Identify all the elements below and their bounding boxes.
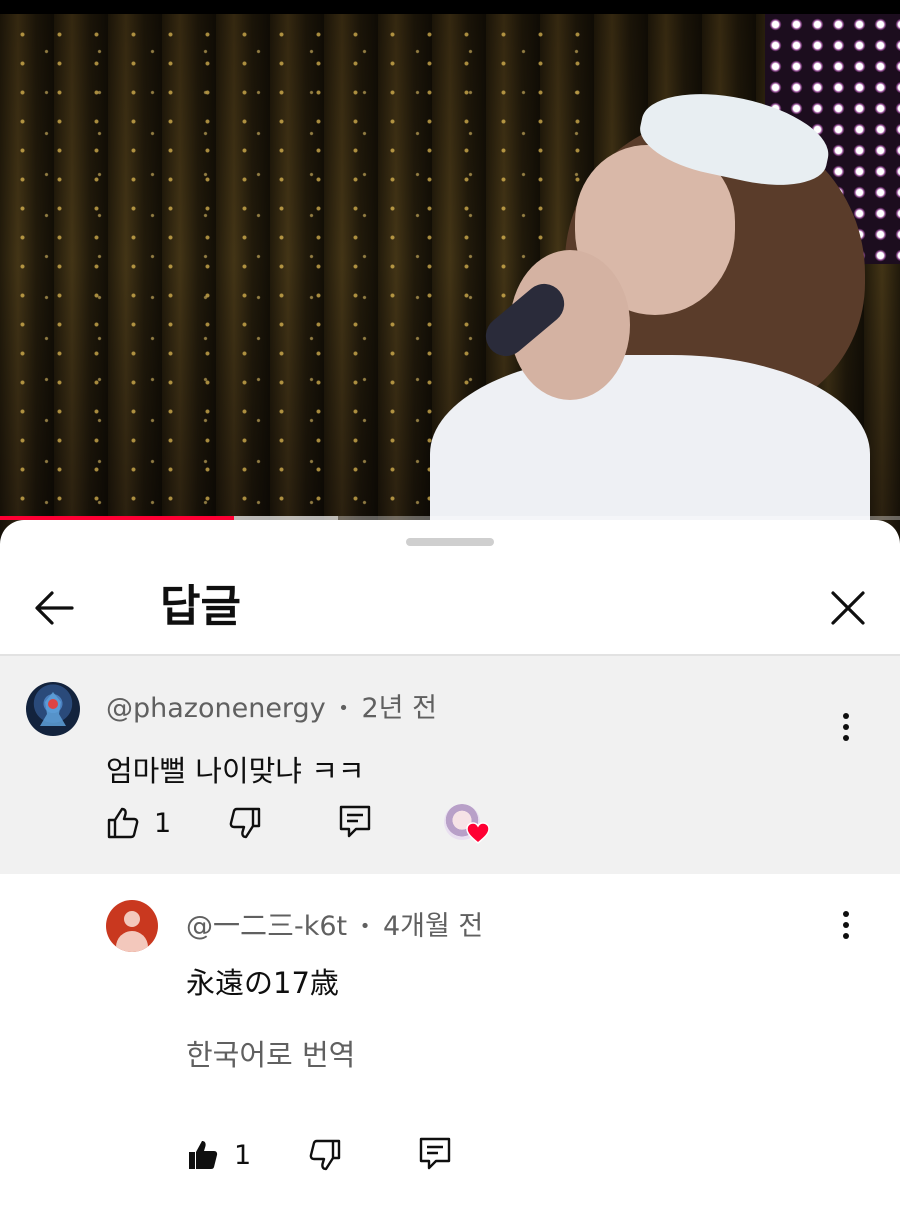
comment-text: 엄마뻘 나이맞냐 ㅋㅋ bbox=[106, 754, 365, 788]
like-count: 1 bbox=[234, 1139, 252, 1171]
more-vertical-icon bbox=[843, 713, 849, 741]
video-player[interactable] bbox=[0, 0, 900, 560]
status-bar bbox=[0, 0, 900, 14]
avatar[interactable] bbox=[106, 900, 158, 952]
reply-meta: @一二三-k6t • 4개월 전 bbox=[186, 904, 483, 943]
default-avatar-head bbox=[124, 911, 140, 927]
comment-icon bbox=[419, 1137, 451, 1170]
reply-text: 永遠の17歳 bbox=[186, 966, 339, 1000]
reply-time: 4개월 전 bbox=[382, 911, 484, 942]
comment-author[interactable]: @phazonenergy bbox=[106, 693, 326, 724]
meta-separator: • bbox=[359, 916, 371, 937]
like-button[interactable]: 1 bbox=[186, 1138, 251, 1172]
comment-time: 2년 전 bbox=[361, 693, 437, 724]
thumb-up-icon bbox=[107, 807, 139, 839]
meta-separator: • bbox=[338, 698, 349, 719]
sheet-header: 답글 bbox=[0, 560, 900, 654]
drag-handle[interactable] bbox=[406, 538, 494, 546]
heart-icon bbox=[466, 822, 490, 844]
translate-link[interactable]: 한국어로 번역 bbox=[186, 1032, 355, 1074]
page-title: 답글 bbox=[160, 581, 241, 632]
avatar[interactable] bbox=[26, 682, 80, 736]
close-button[interactable] bbox=[818, 578, 878, 638]
reply-button[interactable] bbox=[338, 804, 372, 840]
more-options-button[interactable] bbox=[826, 900, 866, 950]
like-count: 1 bbox=[154, 807, 172, 839]
parent-comment: @phazonenergy • 2년 전 엄마뻘 나이맞냐 ㅋㅋ 1 bbox=[0, 656, 900, 874]
more-vertical-icon bbox=[843, 911, 849, 939]
avatar-figure-icon bbox=[40, 692, 66, 726]
like-button[interactable]: 1 bbox=[106, 806, 171, 840]
thumb-up-filled-icon bbox=[189, 1141, 218, 1169]
arrow-left-icon bbox=[35, 591, 74, 625]
dislike-button[interactable] bbox=[308, 1138, 342, 1172]
default-avatar-body bbox=[116, 931, 148, 952]
more-options-button[interactable] bbox=[826, 702, 866, 752]
reply-author[interactable]: @一二三-k6t bbox=[186, 911, 347, 942]
creator-heart-badge[interactable] bbox=[444, 804, 490, 846]
close-icon bbox=[831, 591, 865, 625]
comment-meta: @phazonenergy • 2년 전 bbox=[106, 686, 437, 725]
reply-button[interactable] bbox=[418, 1136, 452, 1172]
back-button[interactable] bbox=[24, 578, 84, 638]
comment-icon bbox=[339, 805, 371, 838]
thumb-down-icon bbox=[309, 1139, 341, 1171]
thumb-down-icon bbox=[229, 807, 261, 839]
replies-sheet: 답글 @phazonenergy • 2년 전 엄마뻘 나이맞냐 ㅋㅋ 1 @一… bbox=[0, 520, 900, 1214]
dislike-button[interactable] bbox=[228, 806, 262, 840]
